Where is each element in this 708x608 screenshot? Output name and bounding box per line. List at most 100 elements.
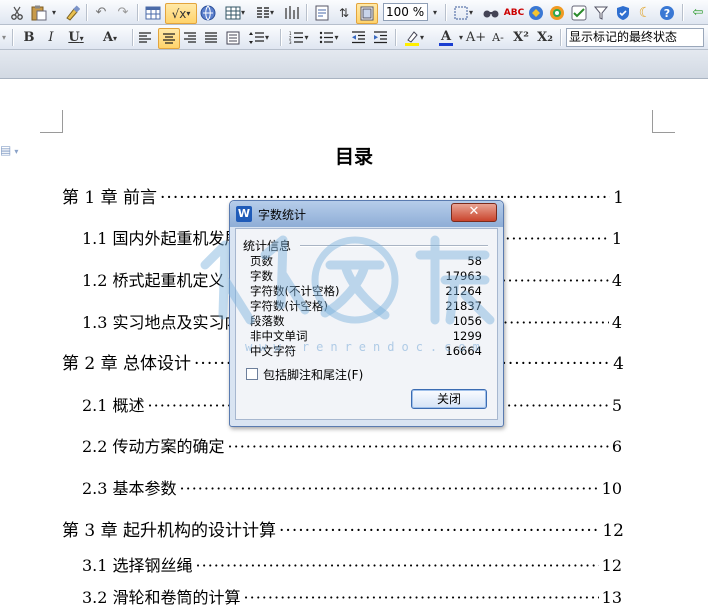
stat-label: 字符数(计空格) [250,299,328,313]
toc-entry-label: 2.3 基本参数 [82,479,177,498]
back-icon[interactable]: ⇦ [690,3,706,22]
increase-indent-icon[interactable] [371,28,389,47]
include-footnotes-checkbox[interactable] [246,368,258,380]
toc-entry[interactable]: 第 3 章 起升机构的设计计算 ·························… [62,516,624,541]
toolbar-grip[interactable]: ▾ [0,28,8,47]
toc-entry-page: 5 [611,396,622,415]
align-center-icon[interactable] [158,28,180,49]
toc-entry[interactable]: 3.2 滑轮和卷筒的计算 ····························… [82,584,622,608]
night-mode-icon[interactable]: ☾ [636,3,654,22]
paragraph-marks-icon[interactable] [282,3,302,22]
align-left-icon[interactable] [137,28,153,47]
table-icon[interactable] [143,3,163,22]
char-border-button[interactable]: A ▾ [96,28,124,47]
redo-icon[interactable]: ↷ [114,3,132,22]
formula-icon[interactable]: √x ▾ [165,3,197,24]
insert-comment-icon[interactable] [312,3,332,22]
spell-check-icon[interactable]: ABC [504,3,524,22]
standard-toolbar: ▾ ↶ ↷ √x ▾ ▾ ▾ ⇅ 100 % ▾ ▾ ABC ☾ ? ⇦ [0,0,708,25]
review-icon[interactable] [570,3,588,22]
toc-leader: ········································… [195,556,599,575]
stat-row: 字符数(不计空格) 21264 [250,284,482,299]
font-color-dropdown-icon[interactable]: ▾ [457,28,465,47]
toc-entry-page: 12 [601,556,622,575]
document-map-icon[interactable] [356,3,378,24]
toc-leader: ········································… [227,437,609,456]
help-icon[interactable]: ? [658,3,676,22]
stats-group-label: 统计信息 [243,239,292,253]
toc-entry-page: 4 [611,271,622,290]
underline-button[interactable]: U ▾ [64,28,88,47]
justify-icon[interactable] [203,28,219,47]
paste-icon[interactable] [28,3,50,22]
close-icon[interactable]: ✕ [451,203,497,222]
stat-row: 中文字符 16664 [250,344,482,359]
dialog-titlebar[interactable]: W 字数统计 ✕ [230,201,503,227]
char-border-label: A [102,30,114,45]
italic-button[interactable]: I [42,28,60,47]
decrease-indent-icon[interactable] [349,28,367,47]
shrink-font-button[interactable]: A- [488,28,508,47]
dialog-title: 字数统计 [258,208,307,222]
cut-icon[interactable] [8,3,26,22]
toc-entry[interactable]: 2.3 基本参数 ································… [82,475,622,499]
toc-entry[interactable]: 3.1 选择钢丝绳 ·······························… [82,552,622,576]
stat-label: 字数 [250,269,273,283]
font-color-label: A [440,28,452,44]
align-right-icon[interactable] [182,28,198,47]
format-painter-icon[interactable] [62,3,82,22]
shield-icon[interactable] [614,3,632,22]
toc-entry-page: 13 [601,588,622,607]
font-color-button[interactable]: A [433,28,459,47]
zoom-value: 100 % [386,5,425,19]
distributed-icon[interactable] [225,28,241,47]
stat-label: 中文字符 [250,344,296,358]
toc-entry-label: 2.2 传动方案的确定 [82,437,225,456]
subscript-label: X₂ [537,30,553,45]
stat-value: 16664 [445,344,482,358]
stat-value: 1299 [452,329,482,343]
select-objects-icon[interactable]: ▾ [452,3,474,22]
bold-label: B [23,30,35,45]
word-count-dialog: W 字数统计 ✕ 统计信息 页数 58 字数 17963 字符数(不计空格) 2126… [229,200,504,427]
toc-leader: ········································… [243,588,599,607]
toc-leader: ········································… [179,479,599,498]
stat-label: 段落数 [250,314,285,328]
bold-button[interactable]: B [20,28,38,47]
highlight-icon[interactable]: ▾ [401,28,427,47]
close-button[interactable]: 关闭 [411,389,487,409]
find-icon[interactable] [482,3,500,22]
stat-label: 字符数(不计空格) [250,284,340,298]
svg-text:?: ? [664,7,670,20]
stat-value: 58 [467,254,482,268]
toc-entry-label: 第 2 章 总体设计 [62,354,192,374]
columns-icon[interactable]: ▾ [253,3,277,22]
ruler-area [0,50,708,79]
line-spacing-icon[interactable]: ▾ [246,28,272,47]
markup-display-select[interactable]: 显示标记的最终状态 [566,28,704,47]
hyperlink-icon[interactable] [199,3,217,22]
subscript-button[interactable]: X₂ [534,28,556,47]
translate-icon[interactable] [527,3,545,22]
superscript-button[interactable]: X² [510,28,532,47]
toc-entry-label: 第 3 章 起升机构的设计计算 [62,521,277,541]
zoom-combobox[interactable]: 100 % [383,3,428,21]
zoom-dropdown-icon[interactable]: ▾ [430,3,440,22]
stat-row: 非中文单词 1299 [250,329,482,344]
grow-font-button[interactable]: A+ [466,28,486,47]
sort-icon[interactable]: ⇅ [336,3,352,22]
filter-icon[interactable] [592,3,610,22]
insert-table-icon[interactable]: ▾ [221,3,249,22]
svg-text:3: 3 [289,40,292,44]
bullet-list-icon[interactable]: ▾ [317,28,341,47]
toc-entry-page: 4 [611,313,622,332]
toc-entry-label: 1.2 桥式起重机定义 [82,271,225,290]
toc-entry-page: 4 [613,354,624,374]
toc-entry[interactable]: 2.2 传动方案的确定 ·····························… [82,433,622,457]
undo-icon[interactable]: ↶ [92,3,110,22]
stat-label: 非中文单词 [250,329,308,343]
browser-icon[interactable] [548,3,566,22]
paste-dropdown-icon[interactable]: ▾ [50,3,58,22]
include-footnotes-label[interactable]: 包括脚注和尾注(F) [263,366,363,383]
numbered-list-icon[interactable]: 1 2 3 ▾ [287,28,311,47]
